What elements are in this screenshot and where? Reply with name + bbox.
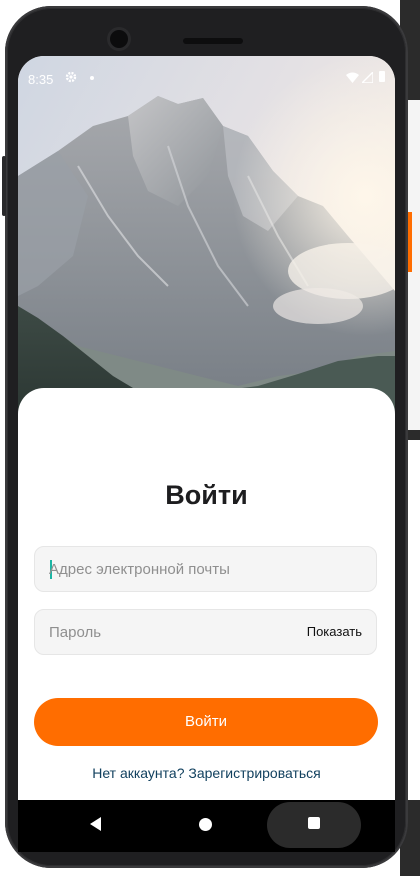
status-time: 8:35 <box>28 72 54 87</box>
front-camera <box>110 30 128 48</box>
system-nav-bar <box>18 800 395 852</box>
signal-icon <box>362 72 373 83</box>
volume-button <box>2 156 6 216</box>
wifi-icon <box>346 72 359 83</box>
email-field-container <box>34 546 377 592</box>
battery-icon <box>379 71 385 82</box>
password-field-container: Показать <box>34 609 377 655</box>
notification-dot-icon <box>90 76 94 80</box>
home-icon[interactable] <box>199 818 212 831</box>
earpiece-speaker <box>183 38 243 44</box>
email-field[interactable] <box>49 547 289 591</box>
password-field[interactable] <box>49 610 289 654</box>
login-button[interactable]: Войти <box>34 698 378 746</box>
status-bar: 8:35 <box>18 56 395 100</box>
show-password-button[interactable]: Показать <box>307 624 362 639</box>
page-title: Войти <box>165 480 248 510</box>
back-icon[interactable] <box>90 817 101 831</box>
app-screen: 8:35 Войти Показать Войти Нет аккаунта? … <box>18 56 395 800</box>
login-sheet: Войти Показать Войти Нет аккаунта? Зарег… <box>18 388 395 800</box>
gear-icon <box>65 71 77 83</box>
register-link[interactable]: Нет аккаунта? Зарегистрироваться <box>18 765 395 781</box>
recents-icon[interactable] <box>308 817 320 829</box>
